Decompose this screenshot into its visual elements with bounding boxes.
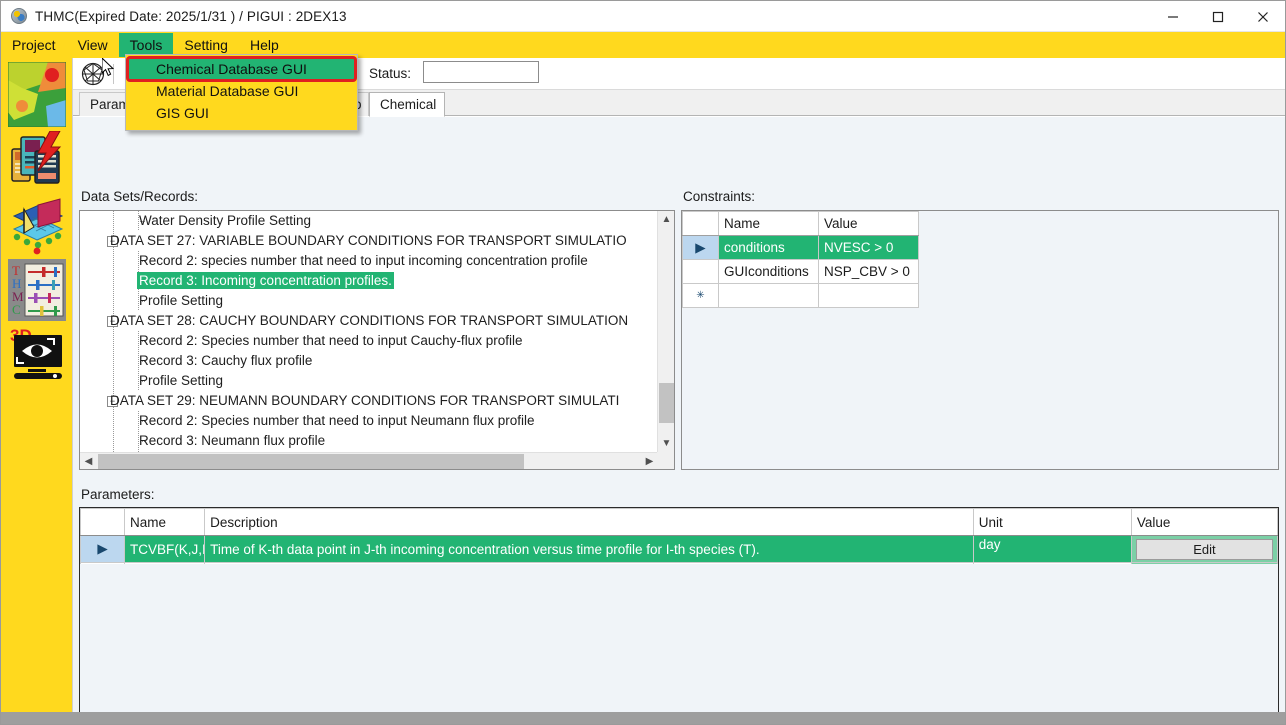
datasets-tree-content: − − − Water Density Profile Setting DATA… [80, 211, 658, 452]
parameter-value-cell: Edit [1130, 535, 1278, 563]
maximize-icon[interactable] [1195, 1, 1240, 32]
table-row-new[interactable]: ✳ [682, 283, 919, 308]
tree-node[interactable]: Record 3: Cauchy flux profile [80, 351, 658, 371]
sidebar-item-3d-viewer[interactable]: 3D [7, 325, 66, 381]
new-row-marker[interactable]: ✳ [682, 283, 719, 308]
menu-item-chemical-database-gui[interactable]: Chemical Database GUI [126, 56, 357, 82]
tab-chemical[interactable]: Chemical [369, 92, 445, 117]
parameters-label: Parameters: [81, 487, 155, 502]
tree-node[interactable]: DATA SET 29: NEUMANN BOUNDARY CONDITIONS… [80, 391, 658, 411]
tree-node[interactable]: Record 2: Species number that need to in… [80, 331, 658, 351]
tree-node[interactable]: Record 3: Neumann flux profile [80, 431, 658, 451]
tree-node[interactable]: Profile Setting [80, 371, 658, 391]
chemical-panel: Data Sets/Records: Constraints: Paramete… [73, 116, 1285, 724]
status-bar [1, 712, 1285, 724]
tree-horizontal-scrollbar[interactable]: ◀ ▶ [80, 452, 658, 469]
tree-node[interactable]: Record 2: species number that need to in… [80, 251, 658, 271]
scrollbar-corner [657, 452, 674, 469]
sidebar-item-material-database[interactable] [7, 130, 66, 193]
work-area: Status: Parameters o Chemical Data Sets/… [73, 58, 1285, 724]
application-window: THMC(Expired Date: 2025/1/31 ) / PIGUI :… [0, 0, 1286, 725]
table-header-row: Name Value [682, 211, 919, 236]
table-row[interactable]: ▶ conditions NVESC > 0 [682, 235, 919, 260]
window-controls [1150, 1, 1285, 32]
thmc-globe-icon [11, 8, 27, 24]
scroll-left-icon[interactable]: ◀ [80, 453, 97, 469]
menu-item-gis-gui[interactable]: GIS GUI [126, 102, 357, 124]
tree-node[interactable]: DATA SET 27: VARIABLE BOUNDARY CONDITION… [80, 231, 658, 251]
parameters-empty-area [80, 564, 1278, 724]
col-description[interactable]: Description [204, 508, 974, 536]
title-bar: THMC(Expired Date: 2025/1/31 ) / PIGUI :… [1, 1, 1285, 32]
table-row[interactable]: ▶ TCVBF(K,J,I) Time of K-th data point i… [80, 535, 1278, 563]
minimize-icon[interactable] [1150, 1, 1195, 32]
parameter-name[interactable]: TCVBF(K,J,I) [124, 535, 206, 563]
col-name[interactable]: Name [718, 211, 819, 236]
tree-node[interactable]: Water Density Profile Setting [80, 211, 658, 231]
col-unit[interactable]: Unit [972, 508, 1132, 536]
parameter-description[interactable]: Time of K-th data point in J-th incoming… [204, 535, 974, 563]
col-value[interactable]: Value [1130, 508, 1278, 536]
table-header-row: Name Description Unit Value [80, 508, 1278, 536]
mesh-globe-icon[interactable] [81, 62, 105, 86]
tree-node[interactable]: Record 2: Species number that need to in… [80, 411, 658, 431]
table-row[interactable]: GUIconditions NSP_CBV > 0 [682, 259, 919, 284]
status-label: Status: [369, 66, 412, 81]
close-icon[interactable] [1240, 1, 1285, 32]
svg-text:C: C [12, 302, 21, 317]
window-title: THMC(Expired Date: 2025/1/31 ) / PIGUI :… [35, 8, 347, 24]
constraint-value[interactable] [818, 283, 919, 308]
sidebar-item-map-zones[interactable] [7, 61, 66, 128]
parameters-grid[interactable]: Name Description Unit Value ▶ TCVBF(K,J,… [79, 507, 1279, 724]
constraint-name[interactable]: GUIconditions [718, 259, 819, 284]
datasets-tree[interactable]: − − − Water Density Profile Setting DATA… [79, 210, 675, 470]
status-input[interactable] [423, 61, 539, 83]
constraint-name[interactable]: conditions [718, 235, 819, 260]
col-value[interactable]: Value [818, 211, 919, 236]
horizontal-scroll-thumb[interactable] [98, 454, 524, 469]
sidebar-item-mesh-layers[interactable] [7, 197, 66, 255]
col-rowmarker [682, 211, 719, 236]
tree-node[interactable]: DATA SET 28: CAUCHY BOUNDARY CONDITIONS … [80, 311, 658, 331]
vertical-scroll-thumb[interactable] [659, 383, 674, 423]
constraints-grid[interactable]: Name Value ▶ conditions NVESC > 0 GUIcon… [681, 210, 1279, 470]
sidebar-rail: T H M C [1, 58, 73, 712]
col-name[interactable]: Name [124, 508, 206, 536]
menu-project[interactable]: Project [1, 33, 67, 57]
row-marker[interactable] [682, 259, 719, 284]
parameter-unit[interactable]: day [972, 535, 1132, 563]
menu-view[interactable]: View [67, 33, 119, 57]
col-rowmarker [80, 508, 126, 536]
row-marker[interactable]: ▶ [80, 535, 126, 563]
edit-button[interactable]: Edit [1135, 538, 1273, 560]
constraints-label: Constraints: [683, 189, 756, 204]
tree-node[interactable]: Profile Setting [80, 291, 658, 311]
toolbar-separator [113, 63, 114, 84]
sidebar-item-thmc[interactable]: T H M C [7, 259, 66, 321]
datasets-label: Data Sets/Records: [81, 189, 199, 204]
constraint-name[interactable] [718, 283, 819, 308]
row-marker[interactable]: ▶ [682, 235, 719, 260]
scroll-up-icon[interactable]: ▲ [658, 211, 674, 228]
scroll-right-icon[interactable]: ▶ [641, 453, 658, 469]
tools-dropdown-menu: Chemical Database GUI Material Database … [125, 54, 358, 131]
tree-vertical-scrollbar[interactable]: ▲ ▼ [657, 211, 674, 452]
constraint-value[interactable]: NSP_CBV > 0 [818, 259, 919, 284]
menu-item-material-database-gui[interactable]: Material Database GUI [126, 80, 357, 102]
constraint-value[interactable]: NVESC > 0 [818, 235, 919, 260]
scroll-down-icon[interactable]: ▼ [658, 435, 674, 452]
tree-node-selected[interactable]: Record 3: Incoming concentration profile… [80, 271, 658, 291]
constraints-table: Name Value ▶ conditions NVESC > 0 GUIcon… [682, 211, 919, 308]
